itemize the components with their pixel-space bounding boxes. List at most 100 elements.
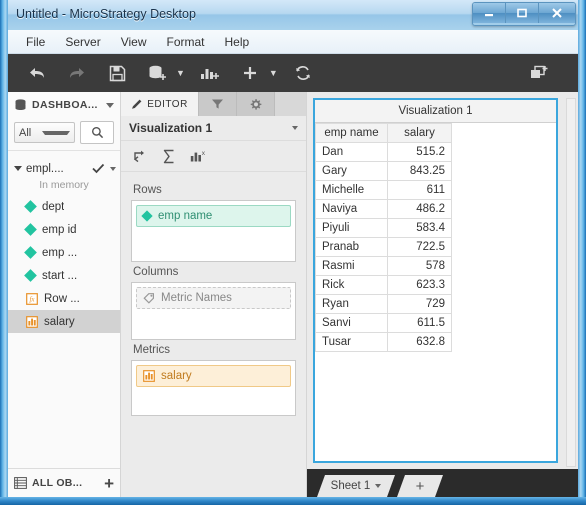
column-header-emp-name[interactable]: emp name	[315, 123, 388, 143]
dataset-item[interactable]: empl....	[8, 159, 120, 178]
table-row[interactable]: Pranab 722.5	[315, 237, 452, 257]
add-sheet-button[interactable]: +	[397, 475, 443, 497]
visualization-container[interactable]: Visualization 1 emp name salary Dan 515.2…	[313, 98, 558, 463]
editor-visualization-header[interactable]: Visualization 1	[121, 116, 306, 141]
search-button[interactable]	[80, 121, 114, 144]
title-bar: Untitled - MicroStrategy Desktop	[0, 0, 586, 31]
table-row[interactable]: Piyuli 583.4	[315, 218, 452, 238]
add-object-button[interactable]: +	[104, 475, 114, 492]
dataset-object-row-count[interactable]: fx Row ...	[8, 287, 120, 310]
all-objects-bar[interactable]: ALL OB... +	[8, 468, 120, 497]
add-panel-icon[interactable]	[524, 58, 554, 88]
window-frame-right	[578, 0, 586, 505]
dataset-object-start-date[interactable]: start ...	[8, 264, 120, 287]
dataset-panel-header[interactable]: DASHBOA...	[8, 92, 120, 118]
menu-item-help[interactable]: Help	[215, 32, 260, 52]
chip-label: emp name	[158, 210, 213, 222]
table-row[interactable]: Rick 623.3	[315, 275, 452, 295]
add-caret-icon[interactable]: ▼	[269, 68, 278, 78]
dataset-panel: DASHBOA... All empl.... In memory dept e…	[8, 92, 121, 497]
minimize-button[interactable]	[473, 3, 506, 23]
dataset-filter-caret-icon	[41, 130, 70, 135]
all-objects-icon	[14, 477, 27, 489]
window-controls	[472, 2, 576, 26]
window-frame-left	[0, 0, 8, 505]
dataset-panel-caret-icon[interactable]	[106, 102, 114, 108]
cell-emp-name: Gary	[315, 161, 388, 181]
add-visualization-icon[interactable]	[195, 58, 225, 88]
table-row[interactable]: Rasmi 578	[315, 256, 452, 276]
shelf-metrics[interactable]: salary	[131, 360, 296, 416]
metric-icon	[143, 370, 155, 382]
table-row[interactable]: Dan 515.2	[315, 142, 452, 162]
table-row[interactable]: Gary 843.25	[315, 161, 452, 181]
shelf-chip-metric-names[interactable]: Metric Names	[136, 287, 291, 309]
totals-icon[interactable]	[162, 149, 176, 164]
refresh-icon[interactable]	[288, 58, 318, 88]
data-grid: emp name salary Dan 515.2 Gary 843.25 Mich…	[315, 123, 452, 352]
cell-emp-name: Michelle	[315, 180, 388, 200]
tab-editor[interactable]: EDITOR	[121, 92, 199, 116]
menu-item-file[interactable]: File	[16, 32, 55, 52]
add-icon[interactable]	[235, 58, 265, 88]
sheet-tab-1[interactable]: Sheet 1	[317, 475, 395, 497]
dataset-object-dept[interactable]: dept	[8, 195, 120, 218]
dataset-object-emp-id[interactable]: emp id	[8, 218, 120, 241]
sheet-tab-caret-icon[interactable]	[375, 484, 381, 488]
editor-visualization-caret-icon[interactable]	[292, 126, 298, 130]
object-label: emp ...	[42, 246, 78, 259]
content-area: DASHBOA... All empl.... In memory dept e…	[8, 92, 578, 497]
cell-emp-name: Piyuli	[315, 218, 388, 238]
shelf-columns[interactable]: Metric Names	[131, 282, 296, 340]
maximize-button[interactable]	[506, 3, 539, 23]
dataset-object-emp-name[interactable]: emp ...	[8, 241, 120, 264]
table-row[interactable]: Naviya 486.2	[315, 199, 452, 219]
attribute-icon	[24, 200, 37, 213]
dataset-object-salary[interactable]: salary	[8, 310, 120, 333]
dataset-filter-select[interactable]: All	[14, 122, 75, 143]
pencil-icon	[132, 99, 142, 109]
cell-salary: 578	[387, 256, 452, 276]
menu-item-view[interactable]: View	[111, 32, 157, 52]
table-row[interactable]: Michelle 611	[315, 180, 452, 200]
swap-rows-columns-icon[interactable]	[133, 149, 148, 163]
check-icon[interactable]	[92, 163, 105, 174]
svg-text:fx: fx	[29, 295, 35, 303]
add-data-icon[interactable]	[142, 58, 172, 88]
shelf-chip-salary[interactable]: salary	[136, 365, 291, 387]
shelf-label-columns: Columns	[133, 266, 179, 278]
dataset-status: In memory	[39, 179, 89, 191]
main-toolbar: ▼ ▼	[8, 54, 578, 92]
vertical-scrollbar[interactable]	[566, 98, 576, 467]
dataset-menu-caret-icon[interactable]	[110, 166, 116, 171]
tab-filters[interactable]	[199, 92, 237, 116]
editor-shelves: Rows emp name Columns Metric Names Metri…	[121, 172, 306, 497]
chip-label: salary	[161, 370, 192, 382]
shelf-chip-emp-name[interactable]: emp name	[136, 205, 291, 227]
tab-settings[interactable]	[237, 92, 275, 116]
menu-item-format[interactable]: Format	[156, 32, 214, 52]
add-data-caret-icon[interactable]: ▼	[176, 68, 185, 78]
cell-salary: 583.4	[387, 218, 452, 238]
close-button[interactable]	[539, 3, 575, 23]
application-window: Untitled - MicroStrategy Desktop File Se…	[0, 0, 586, 505]
visualization-type-icon[interactable]: x	[190, 149, 206, 163]
undo-icon[interactable]	[22, 58, 52, 88]
redo-icon[interactable]	[62, 58, 92, 88]
attribute-icon	[141, 210, 153, 222]
cell-salary: 486.2	[387, 199, 452, 219]
save-icon[interactable]	[102, 58, 132, 88]
menu-item-server[interactable]: Server	[55, 32, 110, 52]
shelf-rows[interactable]: emp name	[131, 200, 296, 262]
editor-panel: EDITOR Visualization 1 x Rows emp name C…	[121, 92, 307, 497]
editor-visualization-name: Visualization 1	[129, 121, 213, 135]
column-header-salary[interactable]: salary	[387, 123, 452, 143]
shelf-label-rows: Rows	[133, 184, 162, 196]
table-row[interactable]: Ryan 729	[315, 294, 452, 314]
table-row[interactable]: Sanvi 611.5	[315, 313, 452, 333]
all-objects-label: ALL OB...	[32, 477, 83, 489]
dataset-search-row: All	[8, 118, 120, 151]
cell-salary: 632.8	[387, 332, 452, 352]
table-row[interactable]: Tusar 632.8	[315, 332, 452, 352]
collapse-triangle-icon[interactable]	[14, 166, 22, 171]
